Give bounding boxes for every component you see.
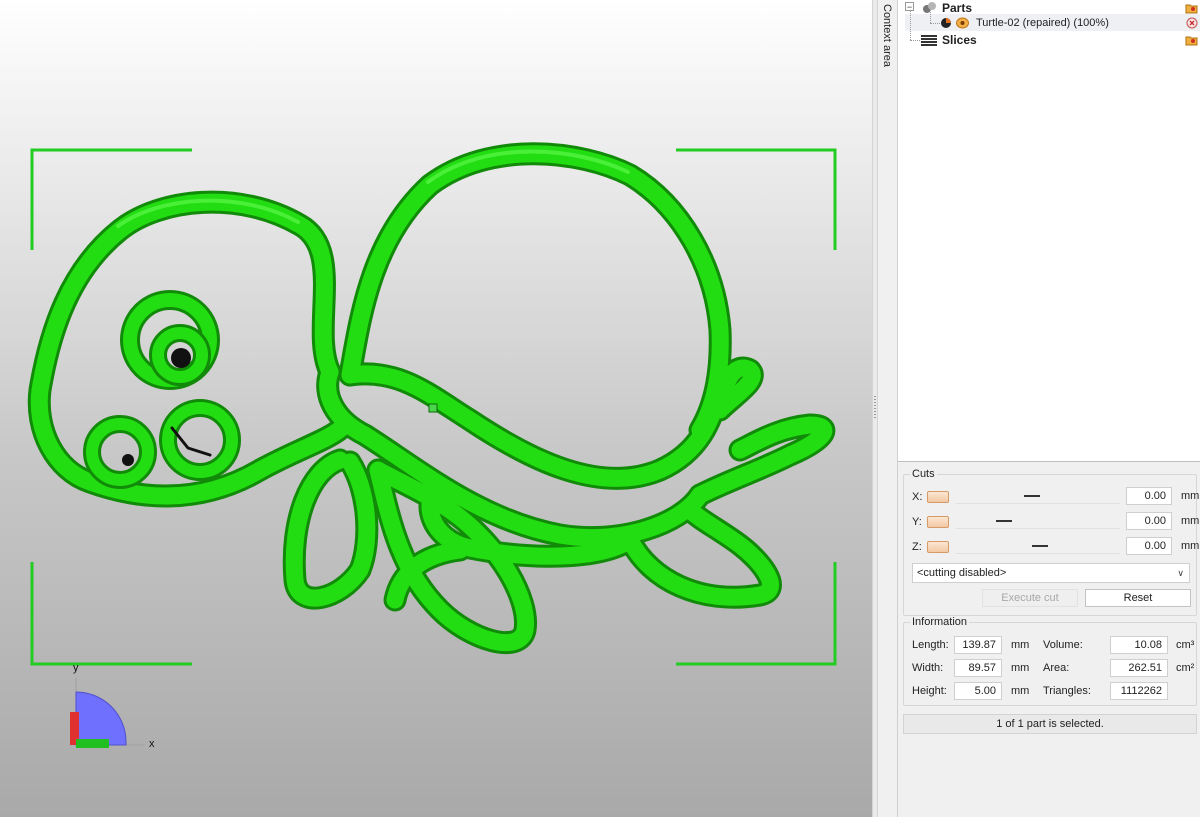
- cut-x-toggle[interactable]: [927, 491, 949, 503]
- cut-z-unit: mm: [1181, 540, 1200, 552]
- slider-handle[interactable]: [1024, 495, 1040, 497]
- slices-stack-icon: [921, 35, 937, 52]
- pivot-marker: [428, 403, 438, 413]
- cut-z-label: Z:: [912, 541, 922, 553]
- width-value: 89.57: [954, 659, 1002, 677]
- volume-label: Volume:: [1043, 639, 1083, 651]
- viewport-3d[interactable]: y x: [0, 0, 872, 817]
- context-area-label: Context area: [881, 4, 893, 67]
- cuts-group: Cuts X: 0.00 mm Y: 0.00 mm Z: 0.00 mm <c…: [903, 468, 1200, 616]
- tree-item-parts[interactable]: − Parts: [905, 0, 1200, 16]
- cut-y-unit: mm: [1181, 515, 1200, 527]
- cut-y-toggle[interactable]: [927, 516, 949, 528]
- gizmo-y-label: y: [73, 662, 79, 674]
- turtle-eye: [120, 290, 220, 390]
- turtle-nose: [83, 399, 241, 489]
- turtle-model: [27, 142, 836, 655]
- tree-label-turtle: Turtle-02 (repaired) (100%): [976, 17, 1109, 29]
- cut-z-toggle[interactable]: [927, 541, 949, 553]
- open-folder-icon[interactable]: [1185, 34, 1199, 51]
- volume-unit: cm³: [1176, 639, 1195, 651]
- object-tree: [898, 0, 1200, 462]
- tree-item-slices[interactable]: Slices: [905, 32, 1200, 48]
- area-label: Area:: [1043, 662, 1070, 674]
- cut-x-label: X:: [912, 491, 923, 503]
- cut-x-unit: mm: [1181, 490, 1200, 502]
- cut-x-input[interactable]: 0.00: [1126, 487, 1172, 505]
- context-area-tab[interactable]: Context area: [878, 0, 898, 817]
- triangles-label: Triangles:: [1043, 685, 1091, 697]
- area-unit: cm²: [1176, 662, 1195, 674]
- cut-y-label: Y:: [912, 516, 922, 528]
- cut-z-slider[interactable]: [956, 539, 1120, 554]
- bracket-bottom-left: [30, 562, 192, 666]
- height-unit: mm: [1011, 685, 1030, 697]
- selection-status: 1 of 1 part is selected.: [903, 714, 1197, 734]
- tree-item-turtle[interactable]: Turtle-02 (repaired) (100%): [905, 15, 1200, 31]
- reset-button[interactable]: Reset: [1085, 589, 1191, 607]
- gizmo-x-label: x: [149, 738, 155, 750]
- information-title: Information: [910, 616, 970, 628]
- parts-cubes-icon: [923, 2, 937, 13]
- triangles-value: 1112262: [1110, 682, 1168, 700]
- cut-x-slider[interactable]: [956, 489, 1120, 504]
- tree-label-slices: Slices: [942, 33, 977, 47]
- height-value: 5.00: [954, 682, 1002, 700]
- cutting-mode-select[interactable]: <cutting disabled> ∨: [912, 563, 1190, 583]
- cut-y-input[interactable]: 0.00: [1126, 512, 1172, 530]
- tree-label-parts: Parts: [942, 1, 973, 15]
- model-scene[interactable]: y x: [0, 0, 872, 817]
- area-value: 262.51: [1110, 659, 1168, 677]
- slider-handle[interactable]: [1032, 545, 1048, 547]
- execute-cut-button[interactable]: Execute cut: [982, 589, 1078, 607]
- cut-z-input[interactable]: 0.00: [1126, 537, 1172, 555]
- information-group: Information Length: 139.87 mm Width: 89.…: [903, 616, 1197, 706]
- axis-gizmo: y x: [70, 662, 155, 750]
- collapse-toggle[interactable]: −: [905, 2, 914, 12]
- bracket-bottom-right: [676, 562, 837, 666]
- length-label: Length:: [912, 639, 949, 651]
- volume-value: 10.08: [1110, 636, 1168, 654]
- cut-y-slider[interactable]: [956, 514, 1120, 529]
- width-unit: mm: [1011, 662, 1030, 674]
- length-value: 139.87: [954, 636, 1002, 654]
- length-unit: mm: [1011, 639, 1030, 651]
- cutting-mode-value: <cutting disabled>: [917, 567, 1007, 579]
- height-label: Height:: [912, 685, 947, 697]
- chevron-down-icon: ∨: [1177, 568, 1184, 578]
- slider-handle[interactable]: [996, 520, 1012, 522]
- width-label: Width:: [912, 662, 944, 674]
- cuts-title: Cuts: [910, 468, 937, 480]
- splitter-grip[interactable]: [874, 396, 876, 420]
